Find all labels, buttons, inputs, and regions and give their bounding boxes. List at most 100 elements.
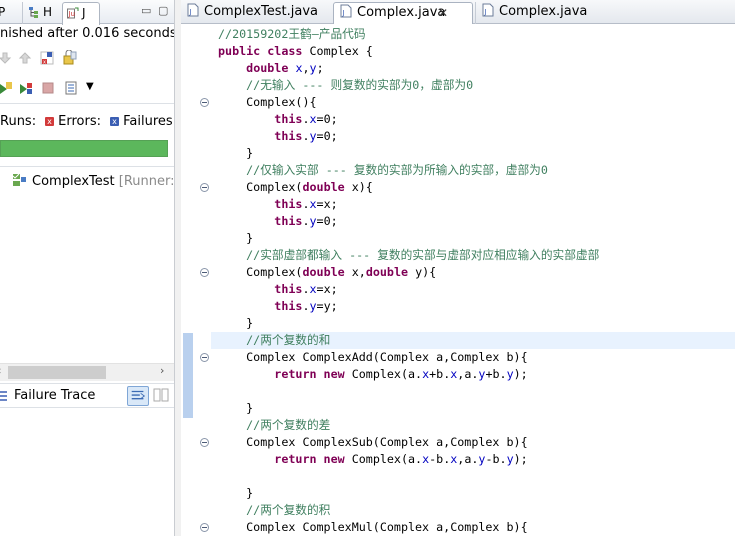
close-icon[interactable]: ✕ <box>438 3 448 23</box>
error-icon: x <box>45 117 54 126</box>
code-line[interactable]: Complex(){ <box>218 94 599 111</box>
code-line[interactable]: } <box>218 315 599 332</box>
code-line[interactable]: Complex ComplexMul(Complex a,Complex b){ <box>218 519 599 536</box>
code-line[interactable]: } <box>218 485 599 502</box>
code-line[interactable] <box>218 468 599 485</box>
code-token: x <box>309 197 317 211</box>
svg-text:Ju: Ju <box>68 10 76 18</box>
tab-complex-java[interactable]: J Complex.java <box>475 2 600 24</box>
code-line[interactable]: //20159202王鹤—产品代码 <box>218 26 599 43</box>
fold-toggle-icon[interactable] <box>200 353 209 362</box>
tab-junit[interactable]: Ju J <box>62 2 100 25</box>
code-token: , <box>302 61 310 75</box>
code-token: return new <box>274 367 345 381</box>
errors-counter: x Errors: <box>45 114 101 129</box>
failure-trace-icon <box>0 391 7 401</box>
maximize-icon[interactable]: ▢ <box>158 4 168 17</box>
code-lines[interactable]: //20159202王鹤—产品代码 public class Complex { … <box>218 26 599 536</box>
next-failure-icon[interactable] <box>0 50 13 66</box>
scroll-right-icon[interactable]: › <box>160 364 164 377</box>
scroll-lock-icon[interactable] <box>62 50 78 66</box>
test-tree-item[interactable]: ComplexTest [Runner: JU <box>12 173 175 189</box>
code-line[interactable]: //两个复数的积 <box>218 502 599 519</box>
filter-stack-trace-icon[interactable] <box>127 386 149 406</box>
fold-toggle-icon[interactable] <box>200 438 209 447</box>
code-line[interactable]: //两个复数的差 <box>218 417 599 434</box>
tab-complex-java-active[interactable]: J Complex.java ✕ <box>333 2 473 25</box>
java-file-icon: J <box>340 4 352 18</box>
code-line[interactable]: public class Complex { <box>218 43 599 60</box>
fold-toggle-icon[interactable] <box>200 183 209 192</box>
java-file-icon: J <box>187 3 199 17</box>
code-token: Complex(){ <box>218 95 317 109</box>
code-token: Complex ComplexAdd(Complex a,Complex b){ <box>218 350 528 364</box>
horizontal-scrollbar[interactable]: ‹ › <box>0 363 174 381</box>
code-line[interactable]: //两个复数的和 <box>218 332 599 349</box>
code-token: =0; <box>316 112 338 126</box>
code-token: ); <box>513 452 528 466</box>
code-line[interactable]: Complex ComplexSub(Complex a,Complex b){ <box>218 434 599 451</box>
rerun-failed-first-icon[interactable] <box>18 80 34 96</box>
code-line[interactable]: } <box>218 230 599 247</box>
code-line[interactable]: this.y=0; <box>218 128 599 145</box>
errors-label: Errors: <box>58 114 101 129</box>
code-token: x <box>309 282 317 296</box>
scroll-left-icon[interactable]: ‹ <box>0 364 1 377</box>
failure-trace-label: Failure Trace <box>14 388 96 403</box>
code-line[interactable]: Complex(double x){ <box>218 179 599 196</box>
test-runner-label: [Runner: JU <box>118 174 175 189</box>
code-line[interactable]: this.x=0; <box>218 111 599 128</box>
svg-text:J: J <box>342 9 345 17</box>
code-token: public class <box>218 44 303 58</box>
show-failures-only-icon[interactable]: x <box>39 50 55 66</box>
code-line[interactable]: double x,y; <box>218 60 599 77</box>
code-line[interactable]: Complex ComplexAdd(Complex a,Complex b){ <box>218 349 599 366</box>
code-line[interactable]: //仅输入实部 --- 复数的实部为所输入的实部，虚部为0 <box>218 162 599 179</box>
tab-package-explorer[interactable]: P <box>0 2 20 24</box>
fold-toggle-icon[interactable] <box>200 268 209 277</box>
separator <box>0 166 174 167</box>
code-token: ); <box>513 367 528 381</box>
compare-result-icon[interactable] <box>153 387 169 403</box>
code-text-area[interactable]: //20159202王鹤—产品代码 public class Complex { … <box>181 24 735 536</box>
code-token: =0; <box>316 129 338 143</box>
code-token: //两个复数的积 <box>218 503 331 517</box>
previous-failure-icon[interactable] <box>17 50 33 66</box>
code-token: . <box>302 197 310 211</box>
code-line[interactable]: this.x=x; <box>218 196 599 213</box>
code-line[interactable]: } <box>218 400 599 417</box>
code-token: ,a. <box>457 367 479 381</box>
history-dropdown-icon[interactable]: ▼ <box>86 81 94 92</box>
rerun-test-icon[interactable] <box>0 80 14 96</box>
code-token: double <box>365 265 409 279</box>
failure-trace-header: Failure Trace <box>0 383 174 408</box>
failures-label: Failures: <box>123 114 175 129</box>
code-line[interactable]: return new Complex(a.x-b.x,a.y-b.y); <box>218 451 599 468</box>
code-line[interactable] <box>218 383 599 400</box>
code-token: x, <box>344 265 366 279</box>
stop-icon[interactable] <box>40 80 56 96</box>
code-line[interactable]: this.x=x; <box>218 281 599 298</box>
code-line[interactable]: Complex(double x,double y){ <box>218 264 599 281</box>
tab-complextest-java[interactable]: J ComplexTest.java <box>181 2 331 24</box>
test-run-history-icon[interactable] <box>63 80 79 96</box>
code-token: y <box>309 299 317 313</box>
code-line[interactable]: //实部虚部都输入 --- 复数的实部与虚部对应相应输入的实部虚部 <box>218 247 599 264</box>
junit-icon: Ju <box>67 7 79 19</box>
code-line[interactable]: this.y=y; <box>218 298 599 315</box>
fold-toggle-icon[interactable] <box>200 98 209 107</box>
tab-hierarchy[interactable]: H <box>22 2 60 24</box>
code-token: Complex ComplexSub(Complex a,Complex b){ <box>218 435 528 449</box>
java-file-icon: J <box>482 3 494 17</box>
code-line[interactable]: this.y=0; <box>218 213 599 230</box>
code-line[interactable]: return new Complex(a.x+b.x,a.y+b.y); <box>218 366 599 383</box>
minimize-icon[interactable]: ▭ <box>141 4 151 17</box>
code-line[interactable]: } <box>218 145 599 162</box>
code-token: //仅输入实部 --- 复数的实部为所输入的实部，虚部为0 <box>218 163 548 177</box>
fold-toggle-icon[interactable] <box>200 523 209 532</box>
scrollbar-thumb[interactable] <box>8 366 106 379</box>
code-line[interactable]: //无输入 --- 则复数的实部为0，虚部为0 <box>218 77 599 94</box>
